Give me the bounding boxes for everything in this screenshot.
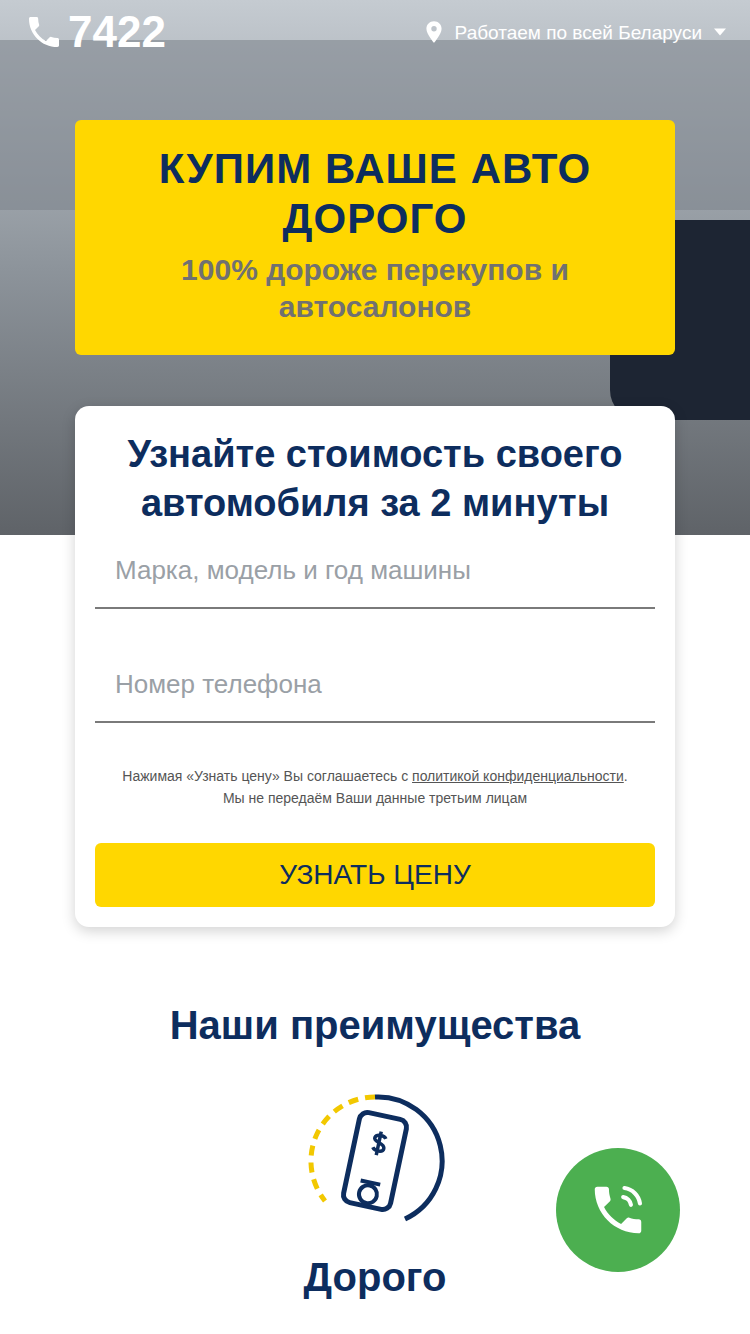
form-title: Узнайте стоимость своего автомобиля за 2…: [95, 430, 655, 529]
page: 7422 Работаем по всей Беларуси КУПИМ ВАШЕ …: [0, 0, 750, 1334]
consent-text: Нажимая «Узнать цену» Вы соглашаетесь с …: [95, 765, 655, 809]
advantage-item: Дорого: [304, 1091, 447, 1301]
phone-icon: [24, 12, 64, 52]
phone-call-icon: [587, 1179, 649, 1241]
hero-banner: КУПИМ ВАШЕ АВТО ДОРОГО100% дороже переку…: [75, 120, 675, 355]
get-price-button[interactable]: УЗНАТЬ ЦЕНУ: [95, 843, 655, 907]
form-input[interactable]: [95, 649, 655, 723]
form-input[interactable]: [95, 535, 655, 609]
advantages-title: Наши преимущества: [170, 1001, 581, 1049]
location-pin-icon: [421, 18, 447, 46]
header: 7422 Работаем по всей Беларуси: [0, 0, 750, 64]
hero-subtitle: 100% дороже перекупов и автосалонов: [95, 251, 655, 326]
price-form: Узнайте стоимость своего автомобиля за 2…: [75, 406, 675, 927]
privacy-link[interactable]: политикой конфиденциальности: [412, 768, 624, 784]
advantage-label: Дорого: [304, 1253, 447, 1301]
caret-down-icon: [714, 28, 726, 36]
hero: 7422 Работаем по всей Беларуси КУПИМ ВАШЕ …: [0, 0, 750, 927]
hero-title: КУПИМ ВАШЕ АВТО ДОРОГО: [95, 144, 655, 245]
form-fields: [95, 535, 655, 723]
region-selector[interactable]: Работаем по всей Беларуси: [421, 18, 726, 46]
advantages: Наши преимущества Дорого: [0, 927, 750, 1334]
phone-money-icon: [305, 1091, 445, 1231]
header-phone[interactable]: 7422: [24, 10, 166, 54]
call-button[interactable]: [556, 1148, 680, 1272]
